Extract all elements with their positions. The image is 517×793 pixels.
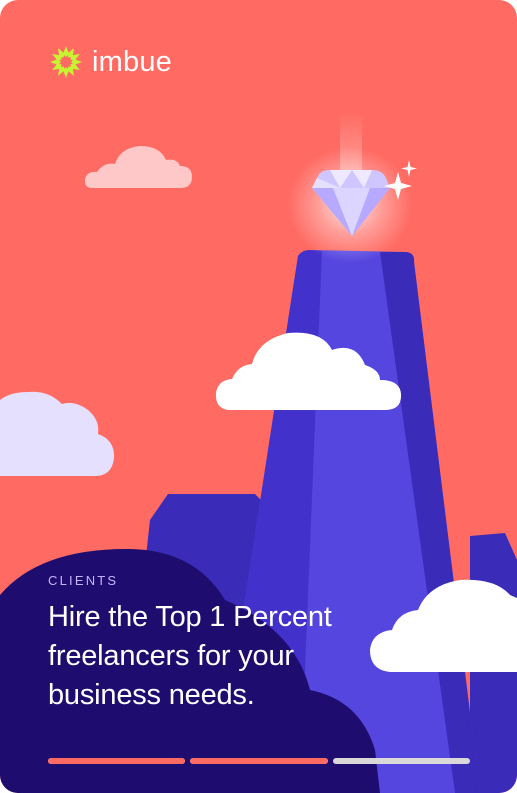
progress-segment-1[interactable] — [48, 758, 186, 764]
headline-line: Hire the Top 1 Percent — [48, 601, 332, 633]
sun-burst-icon — [50, 46, 82, 78]
slide-text: CLIENTS Hire the Top 1 Percent freelance… — [48, 573, 408, 715]
progress-fill — [48, 758, 186, 764]
slide-progress — [48, 758, 470, 764]
progress-fill — [190, 758, 328, 764]
brand-logo: imbue — [48, 44, 172, 80]
onboarding-card: imbue CLIENTS Hire the Top 1 Percent fre… — [0, 0, 517, 793]
brand-name: imbue — [92, 46, 172, 78]
headline-line: business needs. — [48, 679, 255, 711]
headline-line: freelancers for your — [48, 640, 294, 672]
cloud-icon — [0, 391, 115, 476]
progress-segment-2[interactable] — [190, 758, 328, 764]
cloud-icon — [84, 146, 192, 188]
section-label: CLIENTS — [48, 573, 119, 588]
progress-segment-3[interactable] — [332, 758, 470, 764]
slide-headline: Hire the Top 1 Percent freelancers for y… — [48, 598, 408, 715]
